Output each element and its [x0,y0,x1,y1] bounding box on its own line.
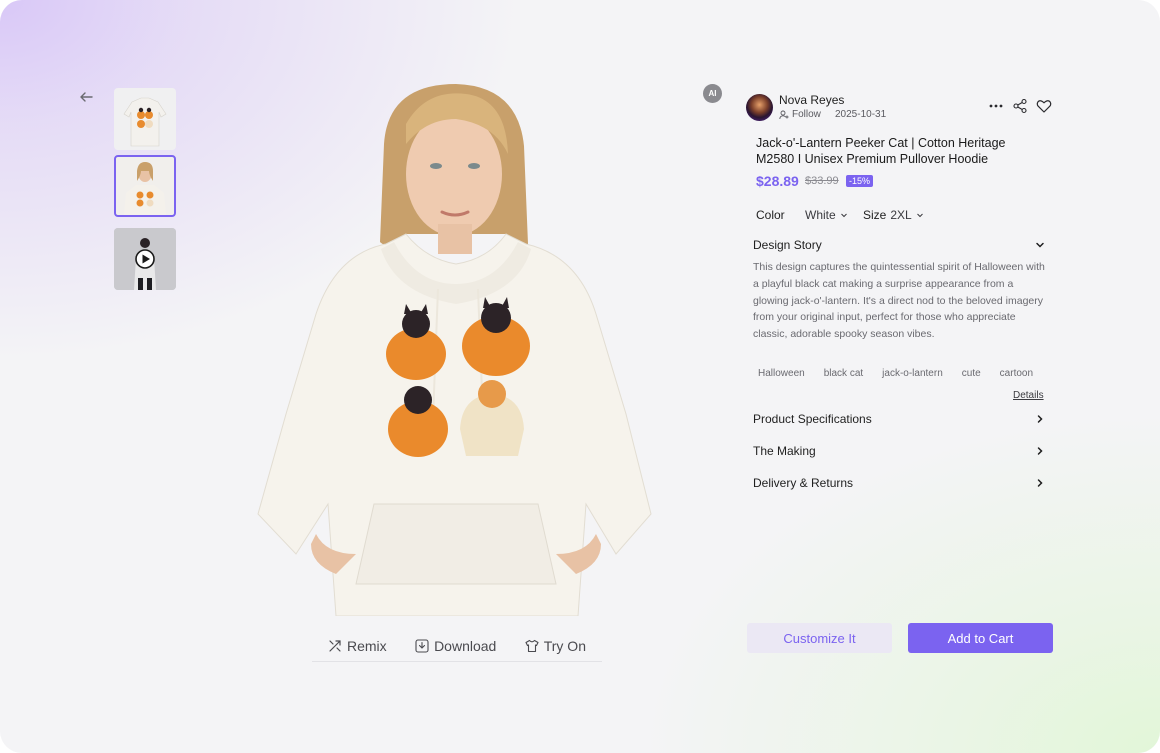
product-title: Jack-o'-Lantern Peeker Cat | Cotton Heri… [756,136,1006,166]
section-label: The Making [753,444,816,458]
tag[interactable]: Halloween [753,368,810,379]
color-label: Color [756,208,785,222]
color-value: White [805,208,836,222]
size-value: 2XL [890,208,912,222]
tag[interactable]: cartoon [995,368,1038,379]
try-on-button[interactable]: Try On [525,638,586,654]
size-label: Size [863,208,887,222]
tag[interactable]: black cat [819,368,868,379]
heart-icon[interactable] [1036,98,1052,114]
download-icon [415,638,429,653]
chevron-down-icon [1036,242,1044,248]
remix-button[interactable]: Remix [328,638,387,654]
add-to-cart-button[interactable]: Add to Cart [908,623,1053,653]
remix-icon [329,639,341,652]
remix-label: Remix [347,637,387,654]
tag-list: Halloween black cat jack-o-lantern cute … [753,368,1053,379]
tag[interactable]: jack-o-lantern [877,368,948,379]
section-label: Product Specifications [753,412,872,426]
thumbnail-model-front[interactable] [114,155,176,217]
download-label: Download [434,637,497,654]
chevron-right-icon [1037,415,1043,423]
details-link[interactable]: Details [1013,390,1044,401]
tag[interactable]: cute [957,368,986,379]
section-label: Delivery & Returns [753,476,854,490]
original-price: $33.99 [805,175,839,187]
thumbnail-video[interactable] [114,228,176,290]
size-select[interactable]: Size 2XL [863,208,924,222]
section-delivery-returns[interactable]: Delivery & Returns [753,474,1045,492]
design-story-title: Design Story [753,238,822,252]
product-page: Remix Download Try On AI Nova Reyes Foll… [0,0,1160,753]
section-the-making[interactable]: The Making [753,442,1045,460]
post-date: 2025-10-31 [835,109,887,120]
image-action-bar: Remix Download Try On [312,630,602,662]
add-user-icon [779,110,789,119]
chevron-down-icon [840,213,847,218]
follow-button[interactable]: Follow [779,109,821,120]
try-on-label: Try On [543,637,586,654]
design-story-text: This design captures the quintessential … [753,261,1045,341]
product-main-image [256,84,656,616]
chevron-down-icon [916,213,923,218]
customize-button[interactable]: Customize It [747,623,892,653]
follow-label: Follow [792,109,821,120]
discount-badge: -15% [846,175,874,187]
section-product-specifications[interactable]: Product Specifications [753,410,1045,428]
author-name[interactable]: Nova Reyes [779,93,844,107]
download-button[interactable]: Download [415,638,496,654]
thumbnail-hoodie-flat[interactable] [114,88,176,150]
avatar[interactable] [746,94,773,121]
arrow-left-icon[interactable] [76,88,96,106]
chevron-right-icon [1037,447,1043,455]
color-select[interactable]: White [805,208,848,222]
chevron-right-icon [1037,479,1043,487]
current-price: $28.89 [756,173,799,189]
share-icon[interactable] [1012,98,1028,114]
more-icon[interactable] [988,98,1004,114]
tshirt-icon [525,639,539,652]
design-story-header[interactable]: Design Story [753,236,1045,254]
ai-badge: AI [703,84,722,103]
